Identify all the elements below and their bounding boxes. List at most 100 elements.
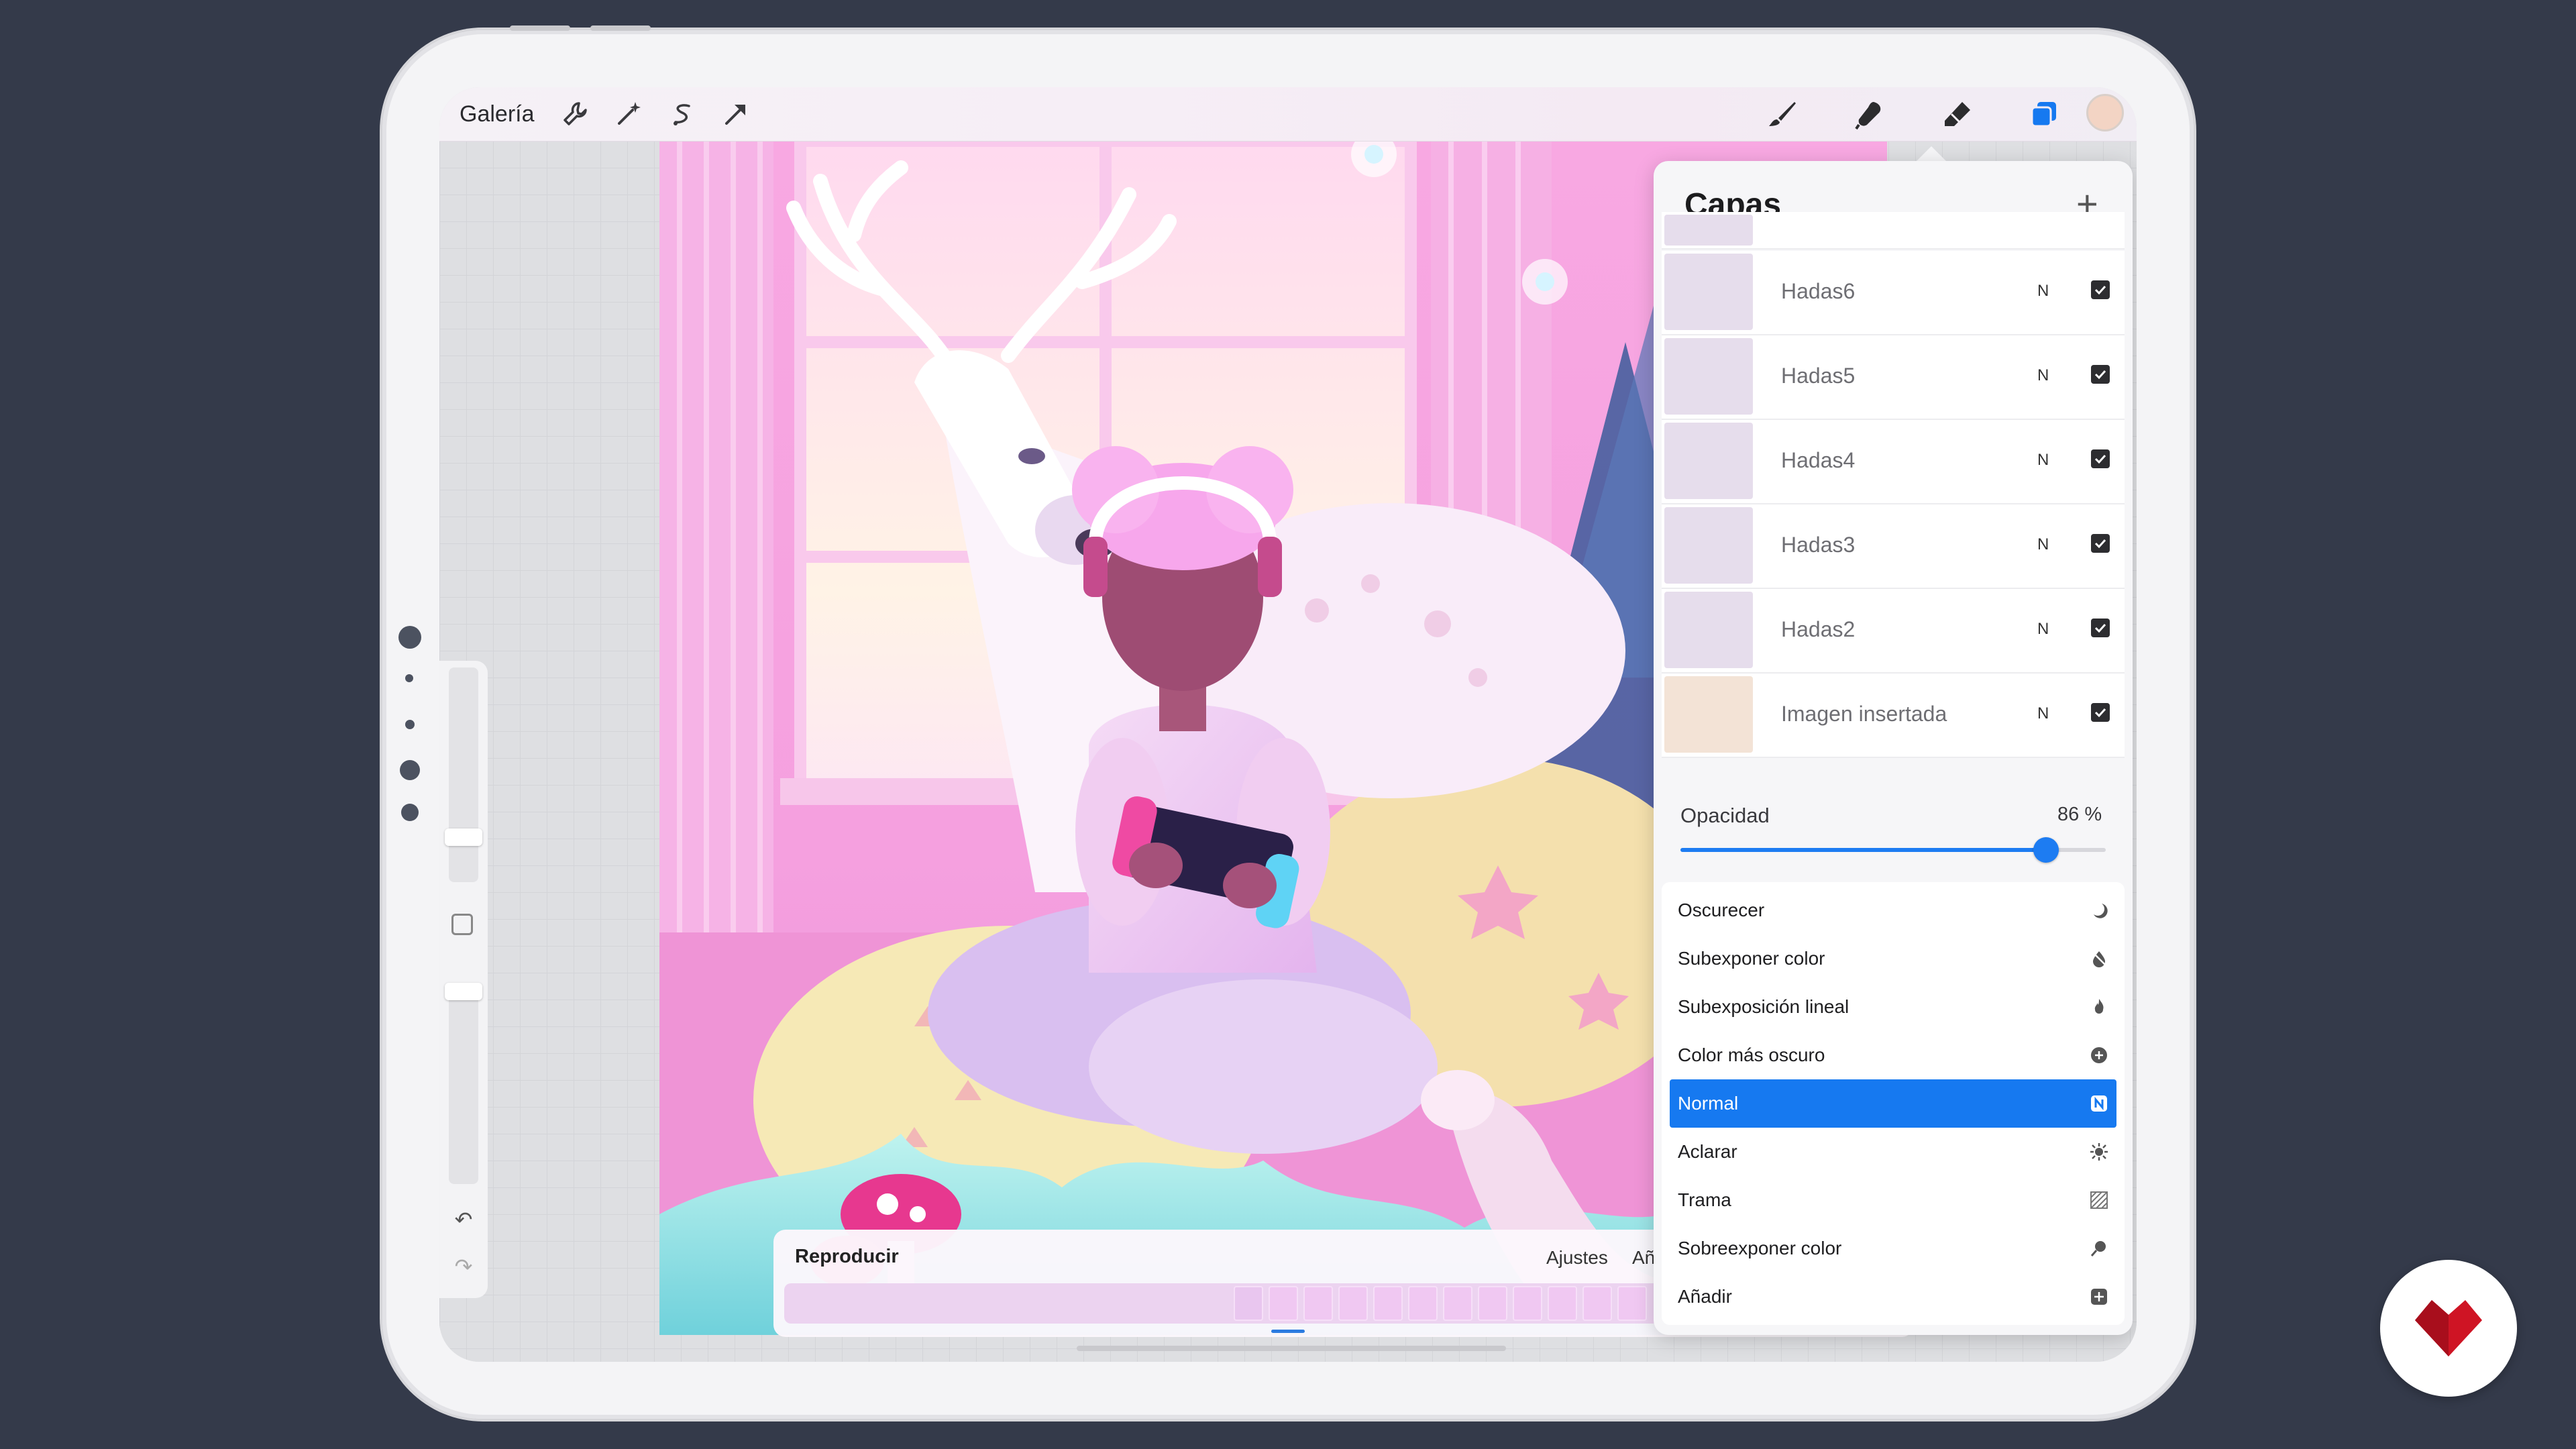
timeline-frame[interactable]	[1303, 1286, 1333, 1321]
layer-row[interactable]: Hadas6 N	[1662, 251, 2125, 335]
layer-blend-mode-button[interactable]: N	[2037, 451, 2049, 470]
panel-pointer	[1915, 146, 1947, 162]
blend-mode-linear-burn[interactable]: Subexposición lineal	[1670, 983, 2116, 1031]
blend-mode-screen[interactable]: Trama	[1670, 1176, 2116, 1224]
layer-name: Hadas4	[1781, 448, 1856, 472]
layer-thumbnail	[1664, 423, 1753, 499]
blend-mode-add[interactable]: Añadir	[1670, 1273, 2116, 1321]
eraser-icon[interactable]	[1941, 98, 1973, 130]
timeline-frame[interactable]	[1443, 1286, 1472, 1321]
checkbox-icon[interactable]	[2091, 534, 2110, 553]
brush-size-slider[interactable]	[449, 667, 478, 882]
layers-icon[interactable]	[2028, 98, 2060, 130]
checkbox-icon[interactable]	[2091, 703, 2110, 722]
square-icon[interactable]	[451, 914, 473, 935]
transform-arrow-icon[interactable]	[720, 98, 752, 130]
procreate-screen: Galería ↶ ↷ Reproducir Ajustes Añ Capas …	[439, 87, 2137, 1362]
timeline-frame[interactable]	[1582, 1286, 1612, 1321]
blend-mode-lighten[interactable]: Aclarar	[1670, 1128, 2116, 1176]
timeline-frame[interactable]	[1478, 1286, 1507, 1321]
blend-mode-label: Subexponer color	[1678, 948, 1825, 969]
layer-name: Hadas5	[1781, 364, 1856, 388]
selection-icon[interactable]	[666, 98, 698, 130]
left-sidebar	[439, 661, 488, 1298]
burn-drop-icon	[2090, 949, 2108, 968]
brand-logo	[2380, 1260, 2517, 1397]
layer-name: Hadas3	[1781, 533, 1856, 557]
brush-icon[interactable]	[1766, 98, 1799, 130]
blend-mode-label: Subexposición lineal	[1678, 996, 1849, 1017]
smudge-icon[interactable]	[1854, 98, 1886, 130]
magic-wand-icon[interactable]	[612, 98, 645, 130]
home-indicator	[1077, 1346, 1506, 1351]
blend-mode-label: Color más oscuro	[1678, 1044, 1825, 1065]
plus-square-icon	[2090, 1287, 2108, 1306]
wrench-icon[interactable]	[559, 98, 591, 130]
animation-settings-button[interactable]: Ajustes	[1546, 1247, 1608, 1269]
opacity-slider[interactable]	[1680, 837, 2106, 863]
blend-mode-label: Aclarar	[1678, 1141, 1737, 1162]
layer-blend-mode-button[interactable]: N	[2037, 704, 2049, 723]
layer-row[interactable]: Imagen insertada N	[1662, 674, 2125, 758]
layer-blend-mode-button[interactable]: N	[2037, 282, 2049, 301]
blend-mode-label: Trama	[1678, 1189, 1731, 1210]
brush-opacity-slider[interactable]	[449, 989, 478, 1184]
timeline-frame[interactable]	[1548, 1286, 1577, 1321]
ipad-sensor-dot	[400, 760, 420, 780]
undo-icon[interactable]: ↶	[451, 1208, 476, 1232]
ipad-volume-button	[590, 25, 651, 31]
play-button[interactable]: Reproducir	[795, 1246, 899, 1268]
n-badge-icon	[2090, 1094, 2108, 1113]
hatch-icon	[2090, 1191, 2108, 1210]
add-frame-button[interactable]: Añ	[1632, 1247, 1655, 1269]
timeline-frame[interactable]	[1269, 1286, 1298, 1321]
timeline-frame[interactable]	[1513, 1286, 1542, 1321]
layer-blend-mode-button[interactable]: N	[2037, 620, 2049, 639]
redo-icon[interactable]: ↷	[451, 1254, 476, 1279]
gallery-button[interactable]: Galería	[460, 99, 535, 129]
checkbox-icon[interactable]	[2091, 449, 2110, 468]
brush-size-handle[interactable]	[445, 828, 482, 846]
timeline-frame[interactable]	[1234, 1286, 1263, 1321]
layer-blend-mode-button[interactable]: N	[2037, 366, 2049, 385]
flame-icon	[2090, 998, 2108, 1016]
brand-logo-mark	[2415, 1300, 2482, 1356]
blend-mode-color-dodge[interactable]: Sobreexponer color	[1670, 1224, 2116, 1273]
timeline-frame[interactable]	[1373, 1286, 1403, 1321]
layer-thumbnail	[1664, 215, 1753, 246]
blend-mode-label: Añadir	[1678, 1286, 1732, 1307]
layer-row-partial[interactable]	[1662, 212, 2125, 250]
blend-mode-darken[interactable]: Oscurecer	[1670, 886, 2116, 934]
opacity-value: 86 %	[2057, 804, 2102, 825]
opacity-slider-knob[interactable]	[2033, 837, 2059, 863]
layer-blend-mode-button[interactable]: N	[2037, 535, 2049, 554]
layer-row[interactable]: Hadas2 N	[1662, 589, 2125, 674]
layer-thumbnail	[1664, 507, 1753, 584]
blend-mode-normal[interactable]: Normal	[1670, 1079, 2116, 1128]
ipad-volume-button	[510, 25, 570, 31]
layer-row[interactable]: Hadas3 N	[1662, 504, 2125, 589]
checkbox-icon[interactable]	[2091, 280, 2110, 299]
checkbox-icon[interactable]	[2091, 365, 2110, 384]
timeline-frame[interactable]	[1617, 1286, 1647, 1321]
layer-row[interactable]: Hadas5 N	[1662, 335, 2125, 420]
ipad-sensor-dot	[405, 674, 413, 682]
moon-icon	[2090, 901, 2108, 920]
layer-thumbnail	[1664, 254, 1753, 330]
layer-row[interactable]: Hadas4 N	[1662, 420, 2125, 504]
checkbox-icon[interactable]	[2091, 619, 2110, 637]
brush-opacity-handle[interactable]	[445, 983, 482, 1000]
blend-mode-color-burn[interactable]: Subexponer color	[1670, 934, 2116, 983]
layer-name: Hadas6	[1781, 279, 1856, 303]
blend-mode-list[interactable]: Oscurecer Subexponer color Subexposición…	[1662, 882, 2125, 1325]
blend-mode-darker-color[interactable]: Color más oscuro	[1670, 1031, 2116, 1079]
plus-circle-icon	[2090, 1046, 2108, 1065]
timeline-frame[interactable]	[1408, 1286, 1438, 1321]
layers-panel: Capas + Hadas6 N Hadas5 N Hadas4 N Hadas…	[1654, 161, 2133, 1335]
timeline-frame[interactable]	[1338, 1286, 1368, 1321]
color-swatch[interactable]	[2086, 94, 2124, 131]
dodge-icon	[2090, 1239, 2108, 1258]
opacity-slider-fill	[1680, 848, 2047, 852]
layer-thumbnail	[1664, 676, 1753, 753]
ipad-sensor-dot	[401, 804, 419, 821]
